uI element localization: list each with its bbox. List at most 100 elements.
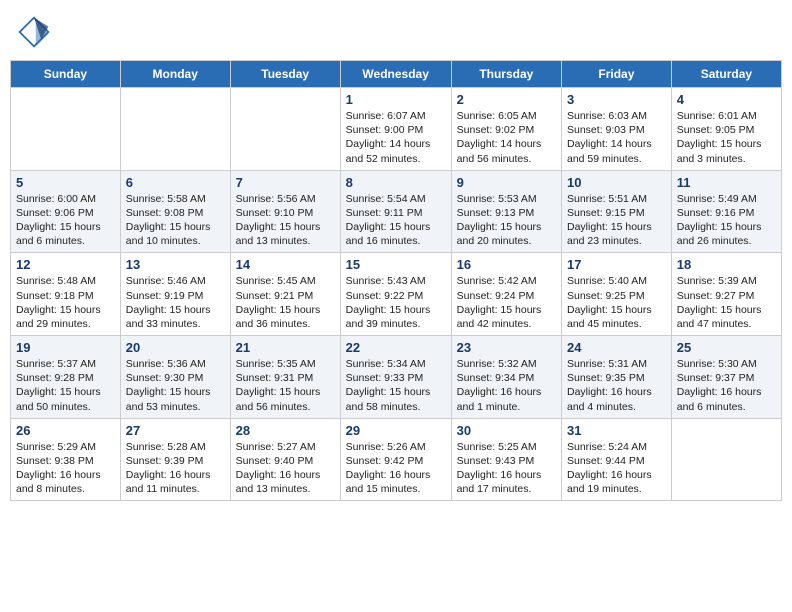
date-number: 15 (346, 257, 446, 272)
date-number: 4 (677, 92, 776, 107)
cell-content: Sunrise: 5:56 AM Sunset: 9:10 PM Dayligh… (236, 192, 335, 249)
date-number: 20 (126, 340, 225, 355)
calendar-table: SundayMondayTuesdayWednesdayThursdayFrid… (10, 60, 782, 501)
day-header-wednesday: Wednesday (340, 61, 451, 88)
cell-content: Sunrise: 5:51 AM Sunset: 9:15 PM Dayligh… (567, 192, 666, 249)
logo (16, 14, 56, 50)
cell-content: Sunrise: 5:36 AM Sunset: 9:30 PM Dayligh… (126, 357, 225, 414)
calendar-cell: 2 Sunrise: 6:05 AM Sunset: 9:02 PM Daylig… (451, 88, 561, 171)
date-number: 28 (236, 423, 335, 438)
calendar-cell: 14 Sunrise: 5:45 AM Sunset: 9:21 PM Dayli… (230, 253, 340, 336)
calendar-cell: 1 Sunrise: 6:07 AM Sunset: 9:00 PM Daylig… (340, 88, 451, 171)
cell-content: Sunrise: 6:05 AM Sunset: 9:02 PM Dayligh… (457, 109, 556, 166)
date-number: 12 (16, 257, 115, 272)
cell-content: Sunrise: 5:42 AM Sunset: 9:24 PM Dayligh… (457, 274, 556, 331)
calendar-cell: 5 Sunrise: 6:00 AM Sunset: 9:06 PM Daylig… (11, 170, 121, 253)
day-header-thursday: Thursday (451, 61, 561, 88)
cell-content: Sunrise: 5:46 AM Sunset: 9:19 PM Dayligh… (126, 274, 225, 331)
cell-content: Sunrise: 5:49 AM Sunset: 9:16 PM Dayligh… (677, 192, 776, 249)
cell-content: Sunrise: 5:40 AM Sunset: 9:25 PM Dayligh… (567, 274, 666, 331)
cell-content: Sunrise: 5:54 AM Sunset: 9:11 PM Dayligh… (346, 192, 446, 249)
cell-content: Sunrise: 5:53 AM Sunset: 9:13 PM Dayligh… (457, 192, 556, 249)
date-number: 30 (457, 423, 556, 438)
cell-content: Sunrise: 5:34 AM Sunset: 9:33 PM Dayligh… (346, 357, 446, 414)
calendar-cell: 21Sunrise: 5:35 AM Sunset: 9:31 PM Dayli… (230, 336, 340, 419)
calendar-cell: 23 Sunrise: 5:32 AM Sunset: 9:34 PM Dayli… (451, 336, 561, 419)
calendar-cell: 4 Sunrise: 6:01 AM Sunset: 9:05 PM Daylig… (671, 88, 781, 171)
cell-content: Sunrise: 5:37 AM Sunset: 9:28 PM Dayligh… (16, 357, 115, 414)
calendar-cell: 25 Sunrise: 5:30 AM Sunset: 9:37 PM Dayli… (671, 336, 781, 419)
calendar-cell: 24Sunrise: 5:31 AM Sunset: 9:35 PM Dayli… (562, 336, 672, 419)
calendar-cell (120, 88, 230, 171)
calendar-cell: 28 Sunrise: 5:27 AM Sunset: 9:40 PM Dayli… (230, 418, 340, 501)
calendar-cell (230, 88, 340, 171)
date-number: 13 (126, 257, 225, 272)
calendar-cell: 15 Sunrise: 5:43 AM Sunset: 9:22 PM Dayli… (340, 253, 451, 336)
calendar-cell: 29 Sunrise: 5:26 AM Sunset: 9:42 PM Dayli… (340, 418, 451, 501)
day-header-saturday: Saturday (671, 61, 781, 88)
cell-content: Sunrise: 5:39 AM Sunset: 9:27 PM Dayligh… (677, 274, 776, 331)
cell-content: Sunrise: 5:28 AM Sunset: 9:39 PM Dayligh… (126, 440, 225, 497)
date-number: 6 (126, 175, 225, 190)
cell-content: Sunrise: 6:01 AM Sunset: 9:05 PM Dayligh… (677, 109, 776, 166)
date-number: 1 (346, 92, 446, 107)
cell-content: Sunrise: 5:30 AM Sunset: 9:37 PM Dayligh… (677, 357, 776, 414)
day-header-tuesday: Tuesday (230, 61, 340, 88)
calendar-cell: 30 Sunrise: 5:25 AM Sunset: 9:43 PM Dayli… (451, 418, 561, 501)
calendar-cell (11, 88, 121, 171)
day-header-monday: Monday (120, 61, 230, 88)
calendar-cell: 16 Sunrise: 5:42 AM Sunset: 9:24 PM Dayli… (451, 253, 561, 336)
date-number: 19 (16, 340, 115, 355)
cell-content: Sunrise: 5:35 AM Sunset: 9:31 PM Dayligh… (236, 357, 335, 414)
cell-content: Sunrise: 5:45 AM Sunset: 9:21 PM Dayligh… (236, 274, 335, 331)
calendar-cell: 17 Sunrise: 5:40 AM Sunset: 9:25 PM Dayli… (562, 253, 672, 336)
calendar-cell: 31 Sunrise: 5:24 AM Sunset: 9:44 PM Dayli… (562, 418, 672, 501)
date-number: 11 (677, 175, 776, 190)
calendar-cell: 13 Sunrise: 5:46 AM Sunset: 9:19 PM Dayli… (120, 253, 230, 336)
calendar-cell: 11 Sunrise: 5:49 AM Sunset: 9:16 PM Dayli… (671, 170, 781, 253)
date-number: 27 (126, 423, 225, 438)
date-number: 10 (567, 175, 666, 190)
cell-content: Sunrise: 5:26 AM Sunset: 9:42 PM Dayligh… (346, 440, 446, 497)
calendar-cell (671, 418, 781, 501)
cell-content: Sunrise: 6:00 AM Sunset: 9:06 PM Dayligh… (16, 192, 115, 249)
cell-content: Sunrise: 5:25 AM Sunset: 9:43 PM Dayligh… (457, 440, 556, 497)
date-number: 14 (236, 257, 335, 272)
cell-content: Sunrise: 5:24 AM Sunset: 9:44 PM Dayligh… (567, 440, 666, 497)
date-number: 3 (567, 92, 666, 107)
cell-content: Sunrise: 5:27 AM Sunset: 9:40 PM Dayligh… (236, 440, 335, 497)
cell-content: Sunrise: 5:58 AM Sunset: 9:08 PM Dayligh… (126, 192, 225, 249)
cell-content: Sunrise: 5:48 AM Sunset: 9:18 PM Dayligh… (16, 274, 115, 331)
calendar-cell: 26Sunrise: 5:29 AM Sunset: 9:38 PM Dayli… (11, 418, 121, 501)
cell-content: Sunrise: 6:03 AM Sunset: 9:03 PM Dayligh… (567, 109, 666, 166)
calendar-cell: 3 Sunrise: 6:03 AM Sunset: 9:03 PM Daylig… (562, 88, 672, 171)
calendar-cell: 20 Sunrise: 5:36 AM Sunset: 9:30 PM Dayli… (120, 336, 230, 419)
cell-content: Sunrise: 5:43 AM Sunset: 9:22 PM Dayligh… (346, 274, 446, 331)
cell-content: Sunrise: 5:29 AM Sunset: 9:38 PM Dayligh… (16, 440, 115, 497)
date-number: 31 (567, 423, 666, 438)
calendar-cell: 22Sunrise: 5:34 AM Sunset: 9:33 PM Dayli… (340, 336, 451, 419)
date-number: 29 (346, 423, 446, 438)
date-number: 16 (457, 257, 556, 272)
calendar-cell: 18Sunrise: 5:39 AM Sunset: 9:27 PM Dayli… (671, 253, 781, 336)
date-number: 5 (16, 175, 115, 190)
cell-content: Sunrise: 5:32 AM Sunset: 9:34 PM Dayligh… (457, 357, 556, 414)
cell-content: Sunrise: 6:07 AM Sunset: 9:00 PM Dayligh… (346, 109, 446, 166)
calendar-cell: 10 Sunrise: 5:51 AM Sunset: 9:15 PM Dayli… (562, 170, 672, 253)
date-number: 2 (457, 92, 556, 107)
date-number: 17 (567, 257, 666, 272)
date-number: 25 (677, 340, 776, 355)
calendar-cell: 27 Sunrise: 5:28 AM Sunset: 9:39 PM Dayli… (120, 418, 230, 501)
calendar-cell: 8 Sunrise: 5:54 AM Sunset: 9:11 PM Daylig… (340, 170, 451, 253)
calendar-cell: 7Sunrise: 5:56 AM Sunset: 9:10 PM Daylig… (230, 170, 340, 253)
date-number: 8 (346, 175, 446, 190)
calendar-cell: 19 Sunrise: 5:37 AM Sunset: 9:28 PM Dayli… (11, 336, 121, 419)
day-header-sunday: Sunday (11, 61, 121, 88)
logo-icon (16, 14, 52, 50)
date-number: 9 (457, 175, 556, 190)
header (10, 10, 782, 54)
calendar-cell: 6 Sunrise: 5:58 AM Sunset: 9:08 PM Daylig… (120, 170, 230, 253)
date-number: 23 (457, 340, 556, 355)
cell-content: Sunrise: 5:31 AM Sunset: 9:35 PM Dayligh… (567, 357, 666, 414)
calendar-cell: 12 Sunrise: 5:48 AM Sunset: 9:18 PM Dayli… (11, 253, 121, 336)
